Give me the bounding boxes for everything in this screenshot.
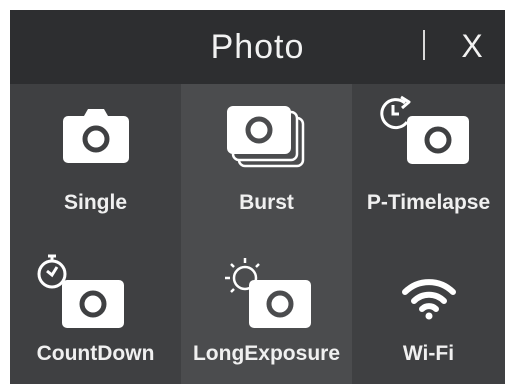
mode-grid: Single Burst P-Timelapse CountDown LongE… [10,84,505,384]
photo-mode-screen: Photo X Single Burst P-Timelapse CountDo… [10,10,505,384]
mode-label: P-Timelapse [366,191,491,214]
mode-p-timelapse[interactable]: P-Timelapse [352,84,505,234]
wifi-icon [402,279,456,320]
burst-camera-icon [227,106,305,168]
header-divider [423,30,425,60]
mode-countdown[interactable]: CountDown [10,234,181,384]
mode-label: CountDown [36,342,155,365]
mode-label: LongExposure [192,342,340,365]
close-button[interactable]: X [454,26,490,66]
long-exposure-camera-icon [225,258,311,328]
mode-burst[interactable]: Burst [181,84,352,234]
mode-label: Burst [239,191,294,214]
camera-icon [63,109,129,163]
mode-label: Single [63,191,127,214]
header-bar: Photo X [10,10,505,84]
timelapse-camera-icon [380,95,469,164]
mode-label: Wi-Fi [402,342,455,365]
page-title: Photo [210,28,305,66]
mode-long-exposure[interactable]: LongExposure [181,234,352,384]
mode-single[interactable]: Single [10,84,181,234]
mode-wifi[interactable]: Wi-Fi [352,234,505,384]
countdown-camera-icon [37,254,124,328]
